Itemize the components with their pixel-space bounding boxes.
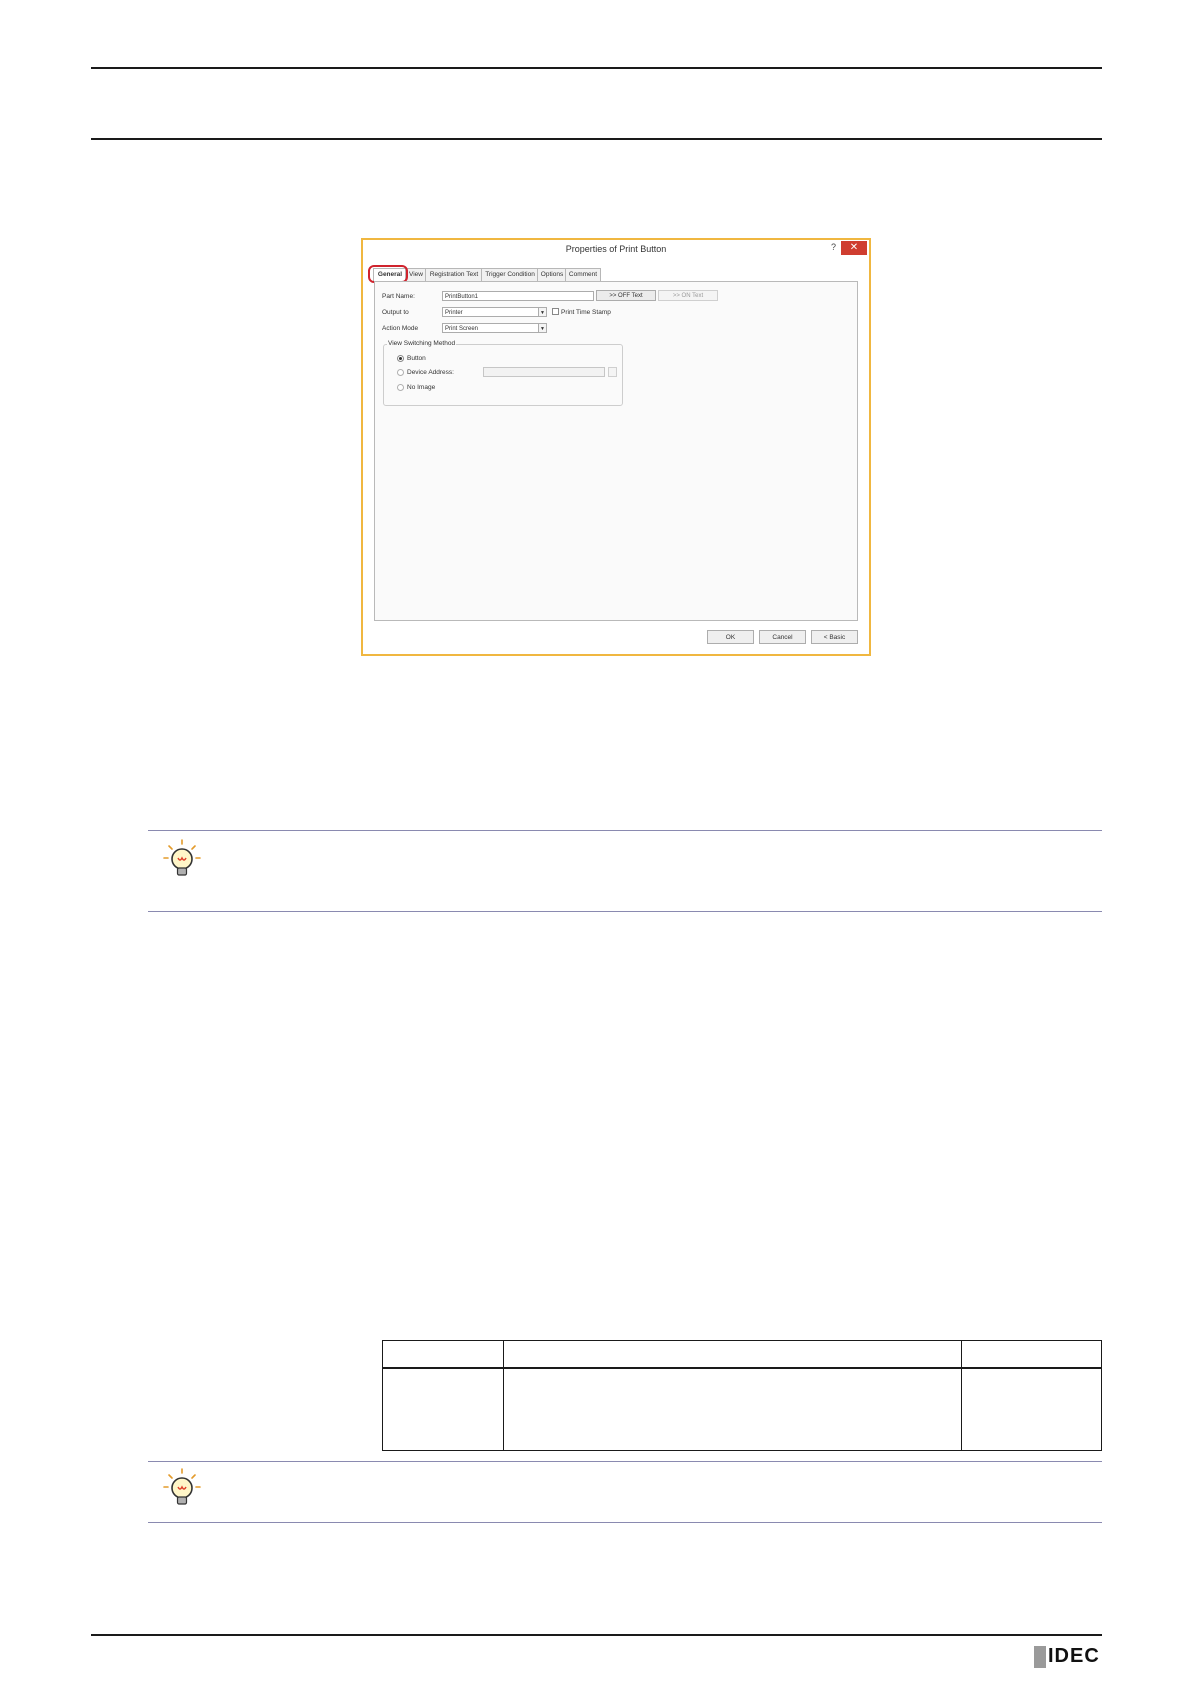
dialog-title: Properties of Print Button: [565, 244, 667, 254]
part-name-input[interactable]: PrintButton1: [442, 291, 594, 301]
footer-rule: [91, 1634, 1102, 1636]
part-name-label: Part Name:: [382, 293, 415, 300]
lightbulb-icon: [163, 839, 201, 876]
general-panel: Part Name: PrintButton1 >> OFF Text >> O…: [374, 281, 858, 621]
logo-bar: [1034, 1646, 1046, 1668]
settings-table: [382, 1340, 1102, 1451]
hint-rule-bottom: [148, 1522, 1102, 1523]
close-icon[interactable]: ✕: [841, 241, 867, 255]
lightbulb-icon: [163, 1468, 201, 1505]
action-mode-value: Print Screen: [445, 326, 479, 332]
tab-view[interactable]: View: [405, 268, 427, 281]
tab-options[interactable]: Options: [537, 268, 567, 281]
table-column-divider: [503, 1341, 504, 1450]
cancel-button[interactable]: Cancel: [759, 630, 806, 644]
chevron-down-icon: ▼: [538, 307, 547, 317]
on-text-button: >> ON Text: [658, 290, 718, 301]
device-address-browse-button: [608, 367, 617, 377]
action-mode-select[interactable]: Print Screen ▼: [442, 323, 547, 333]
output-to-label: Output to: [382, 309, 409, 316]
basic-button[interactable]: < Basic: [811, 630, 858, 644]
tab-trigger-condition[interactable]: Trigger Condition: [481, 268, 539, 281]
device-address-input: [483, 367, 605, 377]
logo-text: IDEC: [1048, 1645, 1100, 1667]
radio-button-label: Button: [407, 355, 426, 362]
radio-button[interactable]: [397, 355, 404, 362]
hint-rule-top: [148, 830, 1102, 831]
print-time-stamp-checkbox[interactable]: [552, 308, 559, 315]
radio-no-image-label: No Image: [407, 384, 436, 391]
header-rule-bottom: [91, 138, 1102, 140]
table-column-divider: [961, 1341, 962, 1450]
print-time-stamp-label: Print Time Stamp: [561, 309, 611, 316]
hint-rule-bottom: [148, 911, 1102, 912]
view-switching-title: View Switching Method: [387, 340, 457, 347]
radio-no-image[interactable]: [397, 384, 404, 391]
chevron-down-icon: ▼: [538, 323, 547, 333]
off-text-button[interactable]: >> OFF Text: [596, 290, 656, 301]
tab-registration-text[interactable]: Registration Text: [425, 268, 483, 281]
print-button-properties-dialog: Properties of Print Button ? ✕ General V…: [361, 238, 871, 656]
radio-device-address[interactable]: [397, 369, 404, 376]
action-mode-label: Action Mode: [382, 325, 419, 332]
help-icon[interactable]: ?: [831, 242, 836, 252]
table-header-row: [383, 1341, 1101, 1369]
view-switching-group: View Switching Method Button Device Addr…: [383, 340, 623, 406]
tab-comment[interactable]: Comment: [565, 268, 601, 281]
header-rule-top: [91, 67, 1102, 69]
ok-button[interactable]: OK: [707, 630, 754, 644]
output-to-value: Printer: [445, 310, 463, 316]
radio-device-address-label: Device Address:: [407, 369, 454, 376]
hint-rule-top: [148, 1461, 1102, 1462]
output-to-select[interactable]: Printer ▼: [442, 307, 547, 317]
